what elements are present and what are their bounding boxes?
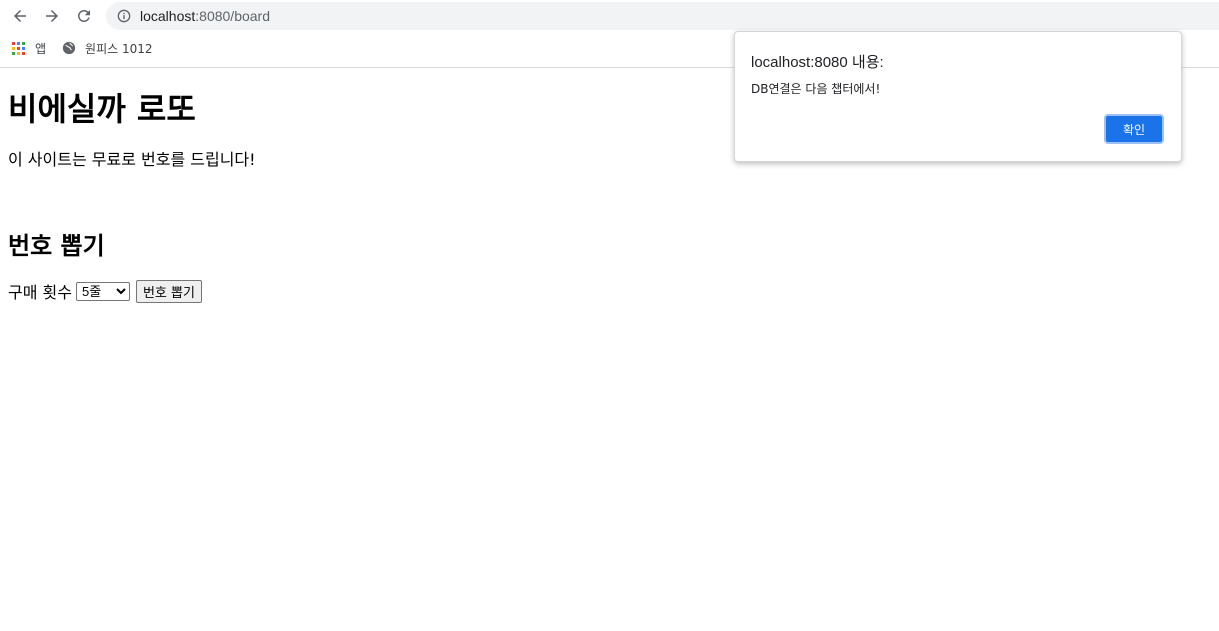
back-icon[interactable] — [8, 4, 32, 28]
page-title: 비에실까 로또 — [8, 90, 196, 128]
confirm-button[interactable]: 확인 — [1104, 114, 1164, 144]
page-subtitle: 이 사이트는 무료로 번호를 드립니다! — [8, 150, 256, 169]
reload-icon[interactable] — [72, 4, 96, 28]
page-content: 비에실까 로또 이 사이트는 무료로 번호를 드립니다! 번호 뽑기 구매 횟수… — [8, 68, 256, 303]
alert-message: DB연결은 다음 챕터에서! — [751, 82, 881, 96]
url-path: :8080/board — [195, 8, 270, 24]
url-host: localhost — [140, 8, 196, 24]
address-bar[interactable]: localhost:8080/board — [106, 2, 1219, 30]
globe-icon — [62, 41, 76, 55]
bookmark-onepiece[interactable]: 원피스 1012 — [62, 37, 153, 59]
bookmark-apps-label: 앱 — [35, 41, 47, 56]
purchase-count-select[interactable]: 5줄 — [75, 281, 130, 301]
apps-grid-icon — [12, 41, 25, 55]
bookmark-apps[interactable]: 앱 — [12, 37, 46, 59]
browser-toolbar: localhost:8080/board — [0, 0, 1219, 32]
purchase-count-label: 구매 횟수 — [8, 283, 72, 302]
section-title: 번호 뽑기 — [8, 232, 105, 260]
draw-form: 구매 횟수 5줄 번호 뽑기 — [8, 279, 256, 303]
info-icon[interactable] — [117, 9, 131, 23]
alert-title: localhost:8080 내용: — [751, 54, 884, 71]
draw-numbers-button[interactable]: 번호 뽑기 — [135, 279, 202, 303]
forward-icon[interactable] — [40, 4, 64, 28]
alert-dialog: localhost:8080 내용: DB연결은 다음 챕터에서! 확인 — [734, 31, 1182, 162]
bookmark-onepiece-label: 원피스 1012 — [85, 41, 153, 56]
